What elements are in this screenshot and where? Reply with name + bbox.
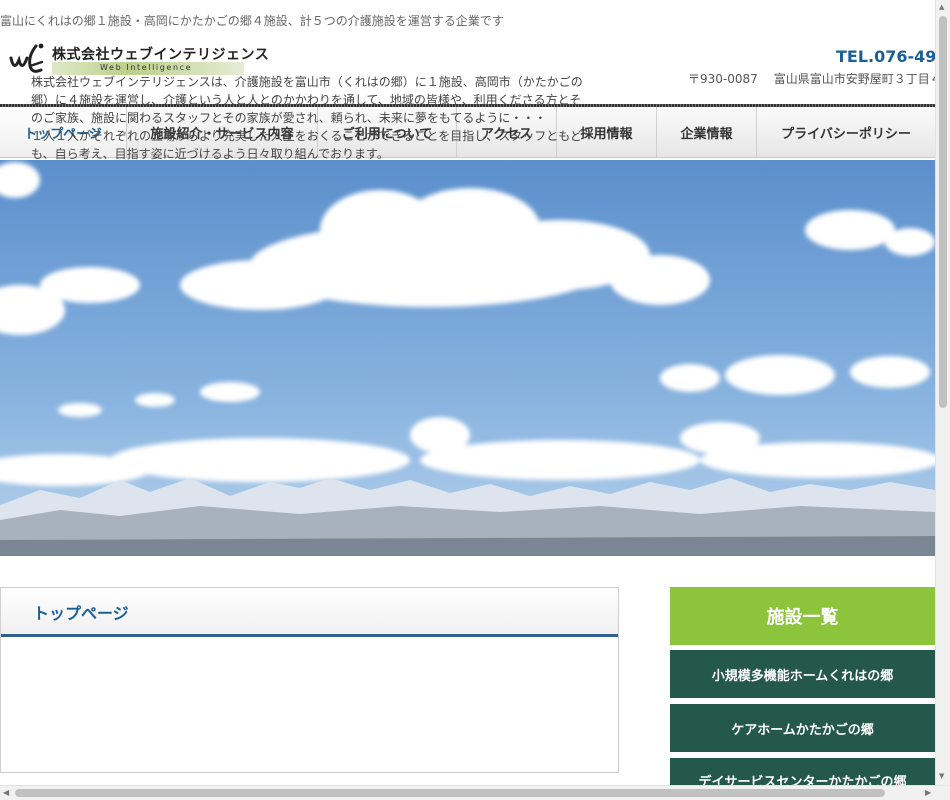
- horizontal-scroll-thumb[interactable]: [15, 789, 885, 797]
- vertical-scrollbar[interactable]: ▲ ▼: [935, 0, 950, 785]
- tagline: 富山にくれはの郷１施設・高岡にかたかごの郷４施設、計５つの介護施設を運営する企業…: [0, 14, 504, 28]
- intro-text: 株式会社ウェブインテリジェンスは、介護施設を富山市（くれはの郷）に１施設、高岡市…: [31, 73, 589, 163]
- nav-item-company[interactable]: 企業情報: [657, 107, 757, 157]
- logo-subtitle: Web Intelligence: [100, 63, 193, 72]
- logo-company-name: 株式会社ウェブインテリジェンス: [52, 47, 270, 63]
- nav-item-privacy[interactable]: プライバシーポリシー: [757, 107, 935, 157]
- page-title: トップページ: [33, 604, 129, 623]
- top-page-content: トップページ: [0, 587, 619, 773]
- hero-image: [0, 160, 935, 556]
- vertical-scroll-thumb[interactable]: [939, 16, 947, 408]
- facility-link-carehome-katakago[interactable]: ケアホームかたかごの郷: [670, 704, 935, 752]
- logo-mark-icon: [9, 43, 44, 73]
- zip-code: 〒930-0087: [688, 72, 758, 86]
- scroll-left-icon[interactable]: ◀: [3, 788, 9, 797]
- scroll-up-icon[interactable]: ▲: [939, 3, 944, 11]
- facility-link-dayservice-katakago[interactable]: デイサービスセンターかたかごの郷: [670, 758, 935, 785]
- horizontal-scrollbar[interactable]: ◀ ▶: [0, 785, 950, 800]
- street-address: 富山県富山市安野屋町３丁目４: [773, 72, 942, 86]
- phone-number[interactable]: TEL.076-494-: [836, 47, 950, 66]
- scroll-right-icon[interactable]: ▶: [925, 788, 931, 797]
- content-title-bar: トップページ: [1, 588, 618, 637]
- hero-sky-mountains-image: [0, 160, 935, 556]
- facility-link-kureha[interactable]: 小規模多機能ホームくれはの郷: [670, 650, 935, 698]
- address: 〒930-0087 富山県富山市安野屋町３丁目４: [688, 70, 942, 87]
- intro-paragraph: 株式会社ウェブインテリジェンスは、介護施設を富山市（くれはの郷）に１施設、高岡市…: [31, 75, 583, 161]
- facility-list-heading: 施設一覧: [670, 587, 935, 645]
- scroll-down-icon[interactable]: ▼: [939, 772, 944, 780]
